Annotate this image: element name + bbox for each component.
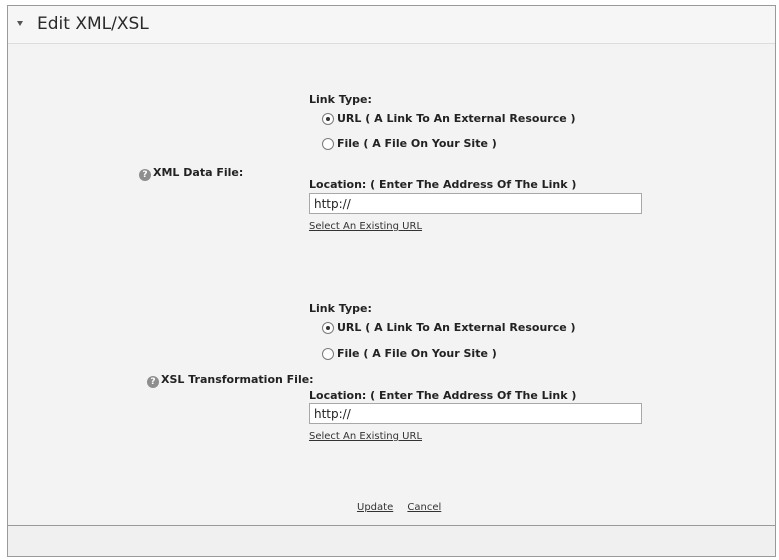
cancel-button[interactable]: Cancel xyxy=(407,502,441,513)
xsl-url-radio[interactable] xyxy=(322,321,334,334)
xsl-file-option-label: File ( A File On Your Site ) xyxy=(337,347,497,360)
form-actions: Update Cancel xyxy=(357,495,441,514)
xsl-transformation-file-label: ? XSL Transformation File: xyxy=(147,373,314,388)
help-icon[interactable]: ? xyxy=(147,376,159,388)
xsl-link-type-label: Link Type: xyxy=(309,302,372,315)
xml-data-file-label: ? XML Data File: xyxy=(139,166,243,181)
xml-location-label: Location: ( Enter The Address Of The Lin… xyxy=(309,178,577,191)
xsl-file-option[interactable]: File ( A File On Your Site ) xyxy=(322,347,497,360)
xsl-url-option[interactable]: URL ( A Link To An External Resource ) xyxy=(322,321,576,334)
xsl-transformation-file-text: XSL Transformation File: xyxy=(161,373,314,386)
xml-select-existing-url-link[interactable]: Select An Existing URL xyxy=(309,221,422,232)
xml-link-type-label: Link Type: xyxy=(309,93,372,106)
xml-location-input[interactable] xyxy=(309,193,642,214)
xml-data-file-text: XML Data File: xyxy=(153,166,244,179)
xsl-location-input[interactable] xyxy=(309,403,642,424)
update-button[interactable]: Update xyxy=(357,502,393,513)
xsl-file-radio[interactable] xyxy=(322,347,334,360)
xml-file-option[interactable]: File ( A File On Your Site ) xyxy=(322,137,497,150)
panel-header[interactable]: Edit XML/XSL xyxy=(8,6,775,44)
xsl-select-existing-url-link[interactable]: Select An Existing URL xyxy=(309,431,422,442)
xml-url-option[interactable]: URL ( A Link To An External Resource ) xyxy=(322,112,576,125)
caret-down-icon[interactable] xyxy=(17,21,23,26)
xml-file-option-label: File ( A File On Your Site ) xyxy=(337,137,497,150)
edit-xml-xsl-panel: Edit XML/XSL Link Type: URL ( A Link To … xyxy=(7,5,776,557)
xml-url-option-label: URL ( A Link To An External Resource ) xyxy=(337,112,576,125)
xml-file-radio[interactable] xyxy=(322,137,334,150)
xsl-location-label: Location: ( Enter The Address Of The Lin… xyxy=(309,389,577,402)
xml-url-radio[interactable] xyxy=(322,112,334,125)
help-icon[interactable]: ? xyxy=(139,169,151,181)
panel-footer xyxy=(8,525,775,556)
panel-title: Edit XML/XSL xyxy=(37,14,149,34)
xsl-url-option-label: URL ( A Link To An External Resource ) xyxy=(337,321,576,334)
